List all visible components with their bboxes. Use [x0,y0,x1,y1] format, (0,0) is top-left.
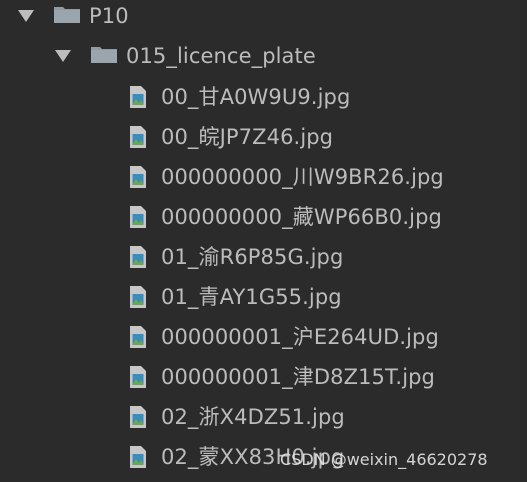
file-row[interactable]: 01_渝R6P85G.jpg [0,237,527,277]
file-name: 00_皖JP7Z46.jpg [161,125,334,149]
root-folder-label: P10 [89,4,129,28]
image-file-icon [130,126,146,148]
image-file-icon [130,326,146,348]
image-file-icon [130,206,146,228]
file-name: 01_渝R6P85G.jpg [161,245,344,269]
file-row[interactable]: 000000000_藏WP66B0.jpg [0,197,527,237]
file-row[interactable]: 000000001_沪E264UD.jpg [0,317,527,357]
file-row[interactable]: 000000000_川W9BR26.jpg [0,157,527,197]
file-row[interactable]: 00_甘A0W9U9.jpg [0,77,527,117]
file-name: 02_浙X4DZ51.jpg [161,405,345,429]
file-name: 000000001_津D8Z15T.jpg [161,365,435,389]
image-file-icon [130,286,146,308]
file-row[interactable]: 01_青AY1G55.jpg [0,277,527,317]
file-row[interactable]: 00_皖JP7Z46.jpg [0,117,527,157]
file-row[interactable]: 000000001_津D8Z15T.jpg [0,357,527,397]
tree-row-subfolder[interactable]: 015_licence_plate [0,36,527,76]
expand-arrow-icon[interactable] [18,10,34,22]
file-row[interactable]: 02_浙X4DZ51.jpg [0,397,527,437]
project-tree: P10 015_licence_plate 00_甘A0W9U9.jpg 00_… [0,0,527,482]
folder-icon [54,7,80,23]
tree-row-root-folder[interactable]: P10 [0,0,527,36]
file-name: 00_甘A0W9U9.jpg [161,85,351,109]
expand-arrow-icon[interactable] [55,50,71,62]
file-name: 000000000_藏WP66B0.jpg [161,205,442,229]
image-file-icon [130,86,146,108]
image-file-icon [130,166,146,188]
folder-icon [91,47,117,63]
file-name: 000000000_川W9BR26.jpg [161,165,444,189]
file-name: 01_青AY1G55.jpg [161,285,342,309]
image-file-icon [130,366,146,388]
watermark-text: CSDN @weixin_46620278 [280,450,488,469]
subfolder-label: 015_licence_plate [126,44,316,68]
image-file-icon [130,406,146,428]
file-name: 000000001_沪E264UD.jpg [161,325,439,349]
image-file-icon [130,446,146,468]
image-file-icon [130,246,146,268]
